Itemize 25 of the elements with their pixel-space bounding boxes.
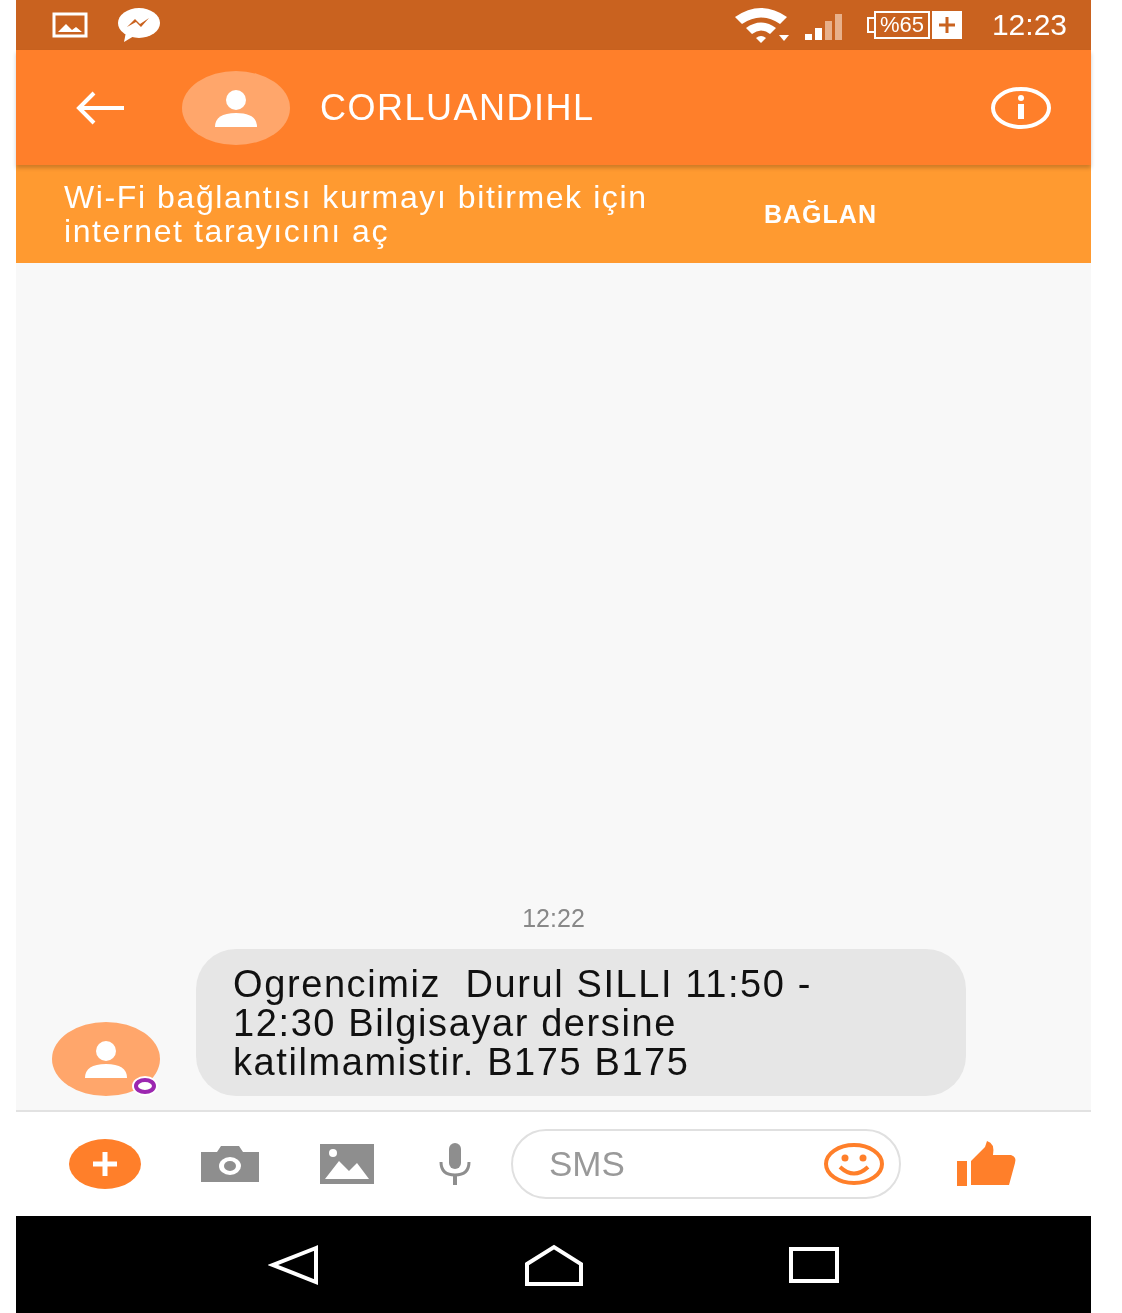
person-icon — [213, 88, 259, 127]
banner-message: Wi-Fi bağlantısı kurmayı bitirmek için internet tarayıcını aç — [64, 180, 649, 248]
contact-name: CORLUANDIHL — [320, 86, 596, 129]
image-icon — [52, 12, 88, 38]
battery-tip — [866, 17, 874, 33]
message-time: 12:22 — [522, 904, 585, 933]
status-time: 12:23 — [991, 8, 1067, 42]
thumbs-up-icon[interactable] — [955, 1141, 1017, 1187]
battery-level: %65 — [873, 11, 930, 39]
charging-icon — [931, 11, 962, 39]
gallery-icon[interactable] — [319, 1143, 375, 1185]
sms-badge-icon — [130, 1074, 160, 1098]
camera-icon[interactable] — [199, 1144, 261, 1184]
connect-button[interactable]: BAĞLAN — [764, 191, 877, 237]
message-field[interactable]: SMS — [511, 1129, 901, 1199]
recents-icon[interactable] — [788, 1246, 839, 1283]
chat-bubble-icon — [116, 6, 162, 44]
message-bubble: Ogrencimiz Durul SILLI 11:50 - 12:30 Bilgisayar dersine katilmamistir. B175 B175 — [196, 949, 966, 1096]
back-arrow-icon[interactable] — [74, 89, 126, 126]
message-input[interactable]: SMS — [547, 1143, 823, 1185]
back-nav-icon[interactable] — [268, 1244, 321, 1285]
emoji-icon[interactable] — [823, 1142, 885, 1186]
home-icon[interactable] — [524, 1243, 585, 1286]
info-icon[interactable] — [991, 86, 1051, 129]
person-icon — [83, 1040, 129, 1078]
